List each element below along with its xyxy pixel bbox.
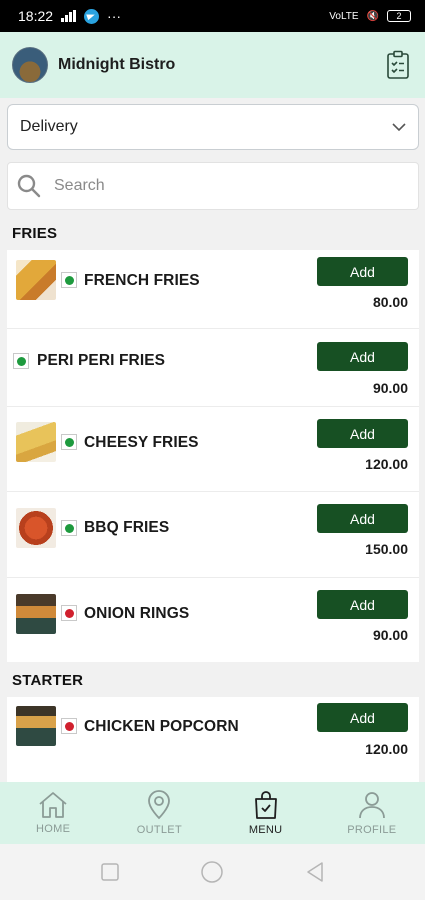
home-circle-icon[interactable] bbox=[201, 861, 224, 883]
add-to-cart-button[interactable]: Add bbox=[317, 419, 408, 448]
search-icon[interactable] bbox=[16, 173, 42, 199]
menu-item: FRENCH FRIES Add 80.00 bbox=[7, 250, 419, 329]
restaurant-name: Midnight Bistro bbox=[58, 56, 176, 73]
chevron-down-icon bbox=[392, 122, 406, 131]
item-price: 120.00 bbox=[365, 456, 408, 472]
nav-home[interactable]: HOME bbox=[0, 782, 106, 844]
add-to-cart-button[interactable]: Add bbox=[317, 504, 408, 533]
menu-section-starter: CHICKEN POPCORN Add 120.00 bbox=[7, 697, 419, 782]
more-notifications-icon: ··· bbox=[107, 8, 122, 24]
item-price: 80.00 bbox=[372, 294, 408, 310]
veg-indicator-icon bbox=[61, 520, 77, 536]
order-list-button[interactable] bbox=[383, 48, 413, 82]
menu-item: CHEESY FRIES Add 120.00 bbox=[7, 407, 419, 492]
menu-section-fries: FRENCH FRIES Add 80.00 PERI PERI FRIES A… bbox=[7, 250, 419, 662]
order-type-select[interactable]: Delivery bbox=[7, 104, 419, 150]
nav-home-label: HOME bbox=[36, 823, 71, 835]
add-to-cart-button[interactable]: Add bbox=[317, 342, 408, 371]
onion-rings-image bbox=[16, 594, 56, 634]
status-bar: 18:22 ··· VoLTE 🔇 2 bbox=[0, 0, 425, 32]
cheesy-fries-image bbox=[16, 422, 56, 462]
recent-apps-icon[interactable] bbox=[101, 863, 119, 881]
item-name: PERI PERI FRIES bbox=[37, 352, 166, 369]
add-to-cart-button[interactable]: Add bbox=[317, 590, 408, 619]
search-input[interactable] bbox=[54, 177, 374, 195]
non-veg-indicator-icon bbox=[61, 718, 77, 734]
mute-icon: 🔇 bbox=[366, 10, 379, 22]
back-triangle-icon[interactable] bbox=[306, 862, 324, 882]
nav-profile[interactable]: PROFILE bbox=[319, 782, 425, 844]
bbq-fries-image bbox=[16, 508, 56, 548]
add-to-cart-button[interactable]: Add bbox=[317, 703, 408, 732]
location-pin-icon bbox=[148, 790, 171, 820]
system-navigation-bar bbox=[0, 844, 425, 900]
section-title-fries: FRIES bbox=[12, 225, 58, 242]
nav-profile-label: PROFILE bbox=[347, 824, 397, 836]
battery-icon: 2 bbox=[387, 10, 411, 22]
volte-icon: VoLTE bbox=[329, 10, 359, 22]
item-price: 90.00 bbox=[372, 627, 408, 643]
nav-outlet-label: OUTLET bbox=[136, 824, 182, 836]
item-name: FRENCH FRIES bbox=[84, 272, 200, 289]
signal-icon bbox=[61, 10, 77, 22]
order-type-value: Delivery bbox=[20, 118, 78, 135]
item-price: 150.00 bbox=[365, 541, 408, 557]
chicken-popcorn-image bbox=[16, 706, 56, 746]
restaurant-logo bbox=[12, 47, 48, 83]
item-name: CHEESY FRIES bbox=[84, 434, 199, 451]
home-icon bbox=[39, 792, 67, 818]
menu-item: CHICKEN POPCORN Add 120.00 bbox=[7, 697, 419, 782]
add-to-cart-button[interactable]: Add bbox=[317, 257, 408, 286]
bottom-navigation: HOME OUTLET MENU PROFILE bbox=[0, 782, 425, 844]
nav-menu[interactable]: MENU bbox=[213, 782, 319, 844]
menu-item: ONION RINGS Add 90.00 bbox=[7, 578, 419, 662]
status-time: 18:22 bbox=[18, 8, 54, 24]
nav-outlet[interactable]: OUTLET bbox=[106, 782, 212, 844]
french-fries-image bbox=[16, 260, 56, 300]
item-price: 90.00 bbox=[372, 380, 408, 396]
menu-item: BBQ FRIES Add 150.00 bbox=[7, 492, 419, 578]
search-bar bbox=[7, 162, 419, 210]
item-name: ONION RINGS bbox=[84, 605, 190, 622]
veg-indicator-icon bbox=[61, 434, 77, 450]
user-icon bbox=[358, 792, 385, 819]
app-header: Midnight Bistro bbox=[0, 32, 425, 98]
item-name: BBQ FRIES bbox=[84, 519, 170, 536]
section-title-starter: STARTER bbox=[12, 672, 84, 689]
nav-menu-label: MENU bbox=[248, 824, 283, 836]
item-price: 120.00 bbox=[365, 741, 408, 757]
telegram-icon bbox=[84, 8, 100, 24]
non-veg-indicator-icon bbox=[61, 605, 77, 621]
menu-item: PERI PERI FRIES Add 90.00 bbox=[7, 329, 419, 407]
veg-indicator-icon bbox=[61, 272, 77, 288]
veg-indicator-icon bbox=[13, 353, 29, 369]
clipboard-icon bbox=[387, 50, 409, 79]
item-name: CHICKEN POPCORN bbox=[84, 718, 239, 735]
shopping-bag-icon bbox=[254, 791, 277, 819]
